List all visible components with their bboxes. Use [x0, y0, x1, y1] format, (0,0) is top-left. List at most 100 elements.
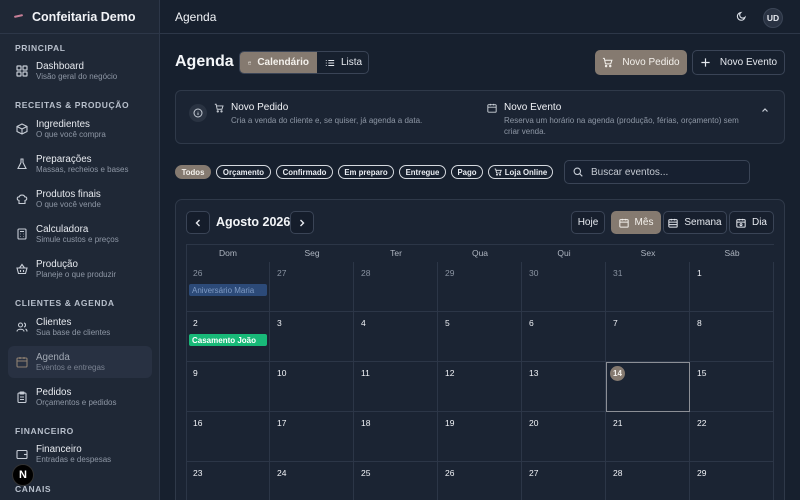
calendar-day-cell[interactable]: 8 [690, 312, 774, 362]
sidebar-item-title: Financeiro [36, 443, 82, 455]
day-number: 1 [697, 268, 702, 278]
brand[interactable]: Confeitaria Demo [0, 0, 159, 34]
week-view-button[interactable]: Semana [663, 211, 727, 234]
view-list-label: Lista [341, 57, 363, 68]
calendar-day-cell[interactable]: 11 [354, 362, 438, 412]
calendar-day-cell[interactable]: 7 [606, 312, 690, 362]
info-new-event: Novo Evento Reserva um horário na agenda… [487, 102, 739, 138]
calendar-day-cell[interactable]: 9 [186, 362, 270, 412]
calendar-day-cell[interactable]: 15 [690, 362, 774, 412]
calendar-day-cell[interactable]: 17 [270, 412, 354, 462]
filter-confirmado[interactable]: Confirmado [276, 165, 333, 179]
calendar-icon [618, 218, 629, 228]
calendar-day-cell[interactable]: 23 [186, 462, 270, 500]
month-view-button[interactable]: Mês [611, 211, 661, 234]
day-number: 26 [445, 468, 455, 478]
sidebar-item-preparacoes[interactable]: Preparações Massas, recheios e bases [8, 148, 152, 180]
calendar-day-cell[interactable]: 16 [186, 412, 270, 462]
view-calendar-label: Calendário [257, 57, 309, 68]
calendar-event[interactable]: Casamento João [189, 334, 267, 346]
calendar-day-cell[interactable]: 29 [690, 462, 774, 500]
calendar-day-cell[interactable]: 30 [522, 262, 606, 312]
day-number: 9 [193, 368, 198, 378]
calendar-day-cell[interactable]: 5 [438, 312, 522, 362]
calendar-day-cell[interactable]: 3 [270, 312, 354, 362]
calendar-icon [16, 356, 28, 368]
calendar-day-cell[interactable]: 14 [606, 362, 690, 412]
day-number: 11 [361, 368, 370, 378]
sidebar-item-calculadora[interactable]: Calculadora Simule custos e preços [8, 218, 152, 250]
sidebar-item-clientes[interactable]: Clientes Sua base de clientes [8, 311, 152, 343]
calendar-day-cell[interactable]: 20 [522, 412, 606, 462]
calendar-day-cell[interactable]: 31 [606, 262, 690, 312]
next-badge-icon[interactable]: N [12, 464, 34, 486]
calendar-day-cell[interactable]: 22 [690, 412, 774, 462]
filter-loja-online-label: Loja Online [504, 167, 548, 177]
view-calendar-button[interactable]: Calendário [240, 52, 317, 73]
sidebar-item-agenda[interactable]: Agenda Eventos e entregas [8, 346, 152, 378]
day-number: 29 [697, 468, 707, 478]
calendar-day-cell[interactable]: 26 [438, 462, 522, 500]
calendar-day-cell[interactable]: 10 [270, 362, 354, 412]
calendar-day-cell[interactable]: 28 [354, 262, 438, 312]
info-new-event-desc-line1: Reserva um horário na agenda (produção, … [504, 116, 739, 125]
chef-hat-icon [16, 193, 28, 205]
filter-todos[interactable]: Todos [175, 165, 211, 179]
list-icon [325, 59, 335, 66]
chevron-right-icon [300, 219, 305, 226]
filter-entregue[interactable]: Entregue [399, 165, 446, 179]
sidebar-item-financeiro[interactable]: Financeiro Entradas e despesas [8, 438, 152, 470]
day-number: 13 [529, 368, 539, 378]
sidebar-item-ingredientes[interactable]: Ingredientes O que você compra [8, 113, 152, 145]
next-month-button[interactable] [290, 211, 314, 234]
new-event-button[interactable]: Novo Evento [692, 50, 785, 75]
calendar-event[interactable]: Aniversário Maria [189, 284, 267, 296]
moon-icon[interactable] [736, 10, 750, 24]
calendar-day-cell[interactable]: 24 [270, 462, 354, 500]
calendar-day-cell[interactable]: 18 [354, 412, 438, 462]
calendar-day-cell[interactable]: 13 [522, 362, 606, 412]
sidebar-item-producao[interactable]: Produção Planeje o que produzir [8, 253, 152, 285]
day-number: 29 [445, 268, 455, 278]
sidebar-item-pedidos[interactable]: Pedidos Orçamentos e pedidos [8, 381, 152, 413]
day-view-button[interactable]: Dia [729, 211, 774, 234]
view-list-button[interactable]: Lista [317, 52, 368, 73]
brand-name: Confeitaria Demo [32, 9, 136, 24]
filter-loja-online[interactable]: Loja Online [488, 165, 553, 179]
view-toggle: Calendário Lista [239, 51, 369, 74]
new-order-button[interactable]: Novo Pedido [595, 50, 687, 75]
calendar-day-cell[interactable]: 4 [354, 312, 438, 362]
filter-orcamento[interactable]: Orçamento [216, 165, 271, 179]
calendar-day-cell[interactable]: 1 [690, 262, 774, 312]
calendar-day-cell[interactable]: 21 [606, 412, 690, 462]
calendar-day-cell[interactable]: 27 [522, 462, 606, 500]
section-label-canais: CANAIS [15, 484, 52, 494]
calendar-day-cell[interactable]: 28 [606, 462, 690, 500]
calendar-day-cell[interactable]: 6 [522, 312, 606, 362]
info-new-order-desc: Cria a venda do cliente e, se quiser, já… [231, 116, 423, 125]
sidebar-item-produtos-finais[interactable]: Produtos finais O que você vende [8, 183, 152, 215]
chevron-up-icon[interactable] [760, 104, 770, 114]
day-number: 16 [193, 418, 203, 428]
calendar-day-cell[interactable]: 25 [354, 462, 438, 500]
today-button[interactable]: Hoje [571, 211, 605, 234]
day-number: 28 [361, 268, 371, 278]
calendar-day-cell[interactable]: 26 Aniversário Maria [186, 262, 270, 312]
calendar-day-cell[interactable]: 27 [270, 262, 354, 312]
calendar-day-cell[interactable]: 2 Casamento João [186, 312, 270, 362]
sidebar-item-subtitle: Entradas e despesas [36, 455, 112, 465]
calendar-day-cell[interactable]: 12 [438, 362, 522, 412]
filter-em-preparo[interactable]: Em preparo [338, 165, 394, 179]
search-icon [573, 167, 583, 177]
sidebar-item-dashboard[interactable]: Dashboard Visão geral do negócio [8, 55, 152, 87]
avatar[interactable]: UD [763, 8, 783, 28]
topbar: Agenda UD [160, 0, 800, 34]
day-number: 26 [193, 268, 203, 278]
filter-pago[interactable]: Pago [451, 165, 483, 179]
prev-month-button[interactable] [186, 211, 210, 234]
calendar-day-cell[interactable]: 19 [438, 412, 522, 462]
day-number: 25 [361, 468, 371, 478]
calendar-day-cell[interactable]: 29 [438, 262, 522, 312]
search-input[interactable] [591, 166, 741, 178]
weekday-header: Ter [390, 248, 402, 258]
